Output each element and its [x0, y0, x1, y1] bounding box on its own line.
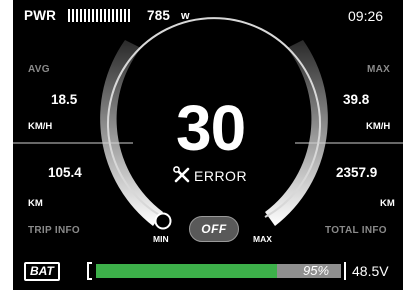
trip-info-label[interactable]: TRIP INFO [28, 225, 80, 236]
max-label: MAX [367, 64, 391, 75]
error-status: ERROR [194, 168, 248, 184]
trip-distance-unit: KM [28, 198, 43, 209]
wrench-screwdriver-icon [173, 166, 191, 184]
battery-bracket-right [344, 262, 346, 280]
left-gauge-arc [100, 40, 163, 226]
battery-voltage: 48.5V [352, 263, 389, 279]
total-distance-value: 2357.9 [336, 165, 378, 180]
avg-speed-value: 18.5 [51, 92, 78, 107]
max-speed-unit: KM/H [366, 121, 391, 132]
total-info-label[interactable]: TOTAL INFO [325, 225, 387, 236]
battery-percent: 95% [303, 263, 330, 278]
gauge-max-label: MAX [253, 234, 272, 244]
battery-label: BAT [24, 262, 60, 281]
min-label: MIN [153, 234, 169, 244]
battery-bracket [87, 262, 92, 280]
display-screen: PWR 785 w 09:26 AVG 18.5 KM/H 105.4 KM T… [13, 0, 403, 290]
max-speed-value: 39.8 [343, 92, 370, 107]
current-speed: 30 [176, 92, 246, 164]
off-button[interactable]: OFF [189, 216, 239, 242]
trip-distance-value: 105.4 [48, 165, 82, 180]
avg-speed-unit: KM/H [28, 121, 53, 132]
speed-dial-marker [154, 212, 172, 230]
right-gauge-arc [265, 40, 328, 226]
total-distance-unit: KM [380, 198, 395, 209]
battery-level-fill [96, 264, 277, 278]
avg-label: AVG [28, 64, 50, 75]
